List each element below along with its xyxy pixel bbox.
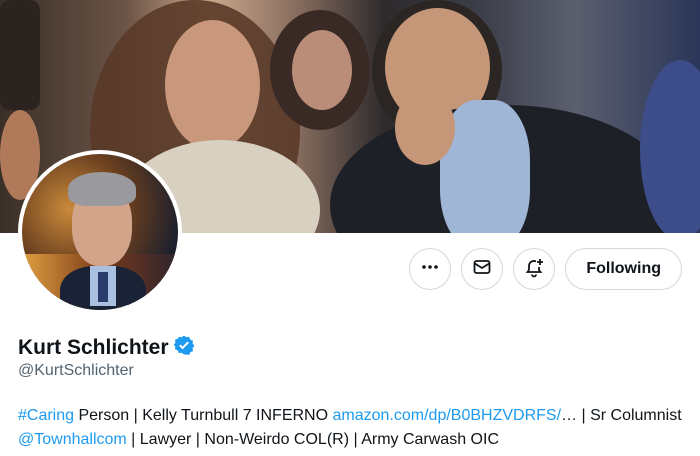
more-button[interactable] xyxy=(409,248,452,290)
profile-name: Kurt Schlichter xyxy=(18,335,169,359)
profile-actions: Following xyxy=(409,248,682,290)
notifications-button[interactable] xyxy=(513,248,556,290)
bio-text-1: Person | Kelly Turnbull 7 INFERNO xyxy=(74,407,333,424)
following-button[interactable]: Following xyxy=(565,248,682,290)
profile-avatar[interactable] xyxy=(18,150,182,314)
profile-bio: #Caring Person | Kelly Turnbull 7 INFERN… xyxy=(18,404,688,452)
verified-badge-icon[interactable] xyxy=(173,334,195,361)
hashtag-link[interactable]: #Caring xyxy=(18,407,74,424)
profile-name-row: Kurt Schlichter xyxy=(18,334,195,361)
bio-text-2: … | Sr Columnist xyxy=(561,407,682,424)
mention-link[interactable]: @Townhallcom xyxy=(18,431,127,448)
more-icon xyxy=(420,257,440,282)
message-button[interactable] xyxy=(461,248,504,290)
avatar-photo xyxy=(22,154,178,310)
bell-plus-icon xyxy=(523,256,545,283)
bio-text-3: | Lawyer | Non-Weirdo COL(R) | Army Carw… xyxy=(126,431,499,448)
bio-url-link[interactable]: amazon.com/dp/B0BHZVDRFS/ xyxy=(333,407,562,424)
mail-icon xyxy=(472,257,492,282)
profile-handle: @KurtSchlichter xyxy=(18,362,134,379)
